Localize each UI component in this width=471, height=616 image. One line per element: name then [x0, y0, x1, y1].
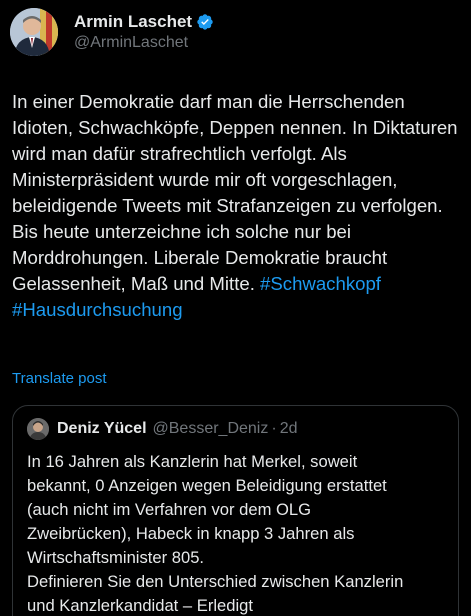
author-avatar-image [10, 8, 58, 56]
quoted-author-avatar-image [27, 418, 49, 440]
quoted-post-header: Deniz Yücel @Besser_Deniz · 2d [27, 418, 444, 440]
quoted-text-line: (auch nicht im Verfahren vor dem OLG [27, 500, 312, 519]
quoted-text-line: Wirtschaftsminister 805. [27, 548, 205, 567]
quoted-post-text: In 16 Jahren als Kanzlerin hat Merkel, s… [27, 450, 444, 616]
translate-post-link[interactable]: Translate post [12, 370, 107, 387]
hashtag-link[interactable]: #Schwachkopf [260, 273, 381, 294]
author-avatar[interactable] [10, 8, 58, 56]
verified-badge-icon [197, 13, 213, 30]
quoted-text-line: Zweibrücken), Habeck in knapp 3 Jahren a… [27, 524, 355, 543]
author-handle[interactable]: @ArminLaschet [74, 33, 214, 53]
quoted-post-time: 2d [279, 420, 298, 437]
quoted-post[interactable]: Deniz Yücel @Besser_Deniz · 2d In 16 Jah… [12, 405, 459, 616]
tweet-text: In einer Demokratie darf man die Herrsch… [12, 89, 464, 323]
post-header: Armin Laschet @ArminLaschet [10, 8, 214, 56]
author-display-name[interactable]: Armin Laschet [74, 12, 192, 32]
tweet-body: In einer Demokratie darf man die Herrsch… [12, 91, 458, 294]
quoted-text-line: Definieren Sie den Unterschied zwischen … [27, 572, 404, 591]
quoted-author-name: Deniz Yücel [57, 420, 147, 437]
quoted-text-line: In 16 Jahren als Kanzlerin hat Merkel, s… [27, 452, 358, 471]
quoted-author-handle: @Besser_Deniz [152, 420, 269, 437]
quoted-text-line: bekannt, 0 Anzeigen wegen Beleidigung er… [27, 476, 387, 495]
author-name-row: Armin Laschet [74, 12, 214, 32]
quoted-author-avatar [27, 418, 49, 440]
author-names: Armin Laschet @ArminLaschet [74, 12, 214, 53]
hashtag-link[interactable]: #Hausdurchsuchung [12, 299, 183, 320]
separator-dot: · [271, 420, 277, 437]
quoted-text-line: und Kanzlerkandidat – Erledigt [27, 596, 254, 615]
post: Armin Laschet @ArminLaschet In einer Dem… [0, 0, 471, 616]
